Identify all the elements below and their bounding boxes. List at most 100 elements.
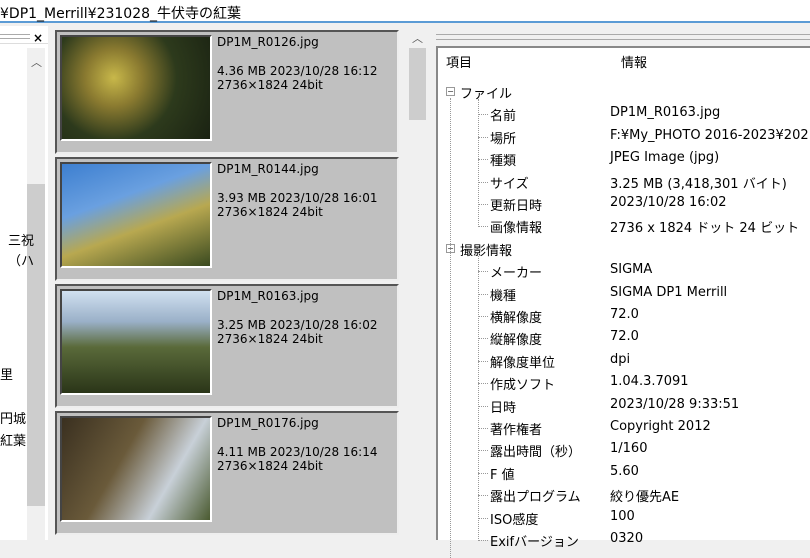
tree-connector <box>478 181 488 183</box>
property-value: Copyright 2012 <box>610 419 711 434</box>
property-row[interactable]: 露出プログラム 絞り優先AE <box>438 484 810 506</box>
tree-item-fragment[interactable]: 里 <box>0 364 27 383</box>
thumbnail-list: DP1M_R0126.jpg 4.36 MB 2023/10/28 16:12 … <box>53 28 403 540</box>
tree-item-fragment[interactable]: 三祝 <box>8 230 35 249</box>
thumbnail-item[interactable]: DP1M_R0176.jpg 4.11 MB 2023/10/28 16:14 … <box>55 411 399 535</box>
property-name: 画像情報 <box>490 221 543 237</box>
group-label: 撮影情報 <box>460 243 513 259</box>
property-row[interactable]: メーカー SIGMA <box>438 260 810 282</box>
property-value: F:¥My_PHOTO 2016-2023¥202... <box>610 127 810 143</box>
property-row[interactable]: 場所 F:¥My_PHOTO 2016-2023¥202... <box>438 126 810 148</box>
file-size-date: 3.93 MB 2023/10/28 16:01 <box>217 191 378 205</box>
property-value: 2023/10/28 16:02 <box>610 195 727 210</box>
tree-connector <box>478 226 488 228</box>
property-name: 場所 <box>490 131 517 147</box>
pane-grip[interactable] <box>436 34 810 40</box>
properties-pane: 項目 情報 − ファイル 名前 DP1M_R0163.jpg 場所 F:¥My_PHOTO… <box>436 28 810 558</box>
property-name: 露出プログラム <box>490 490 581 506</box>
property-name: 種類 <box>490 154 517 170</box>
property-row[interactable]: 画像情報 2736 x 1824 ドット 24 ビット <box>438 215 810 237</box>
property-value: SIGMA DP1 Merrill <box>610 284 728 300</box>
property-value: 100 <box>610 508 635 524</box>
property-value: SIGMA <box>610 262 653 278</box>
property-row[interactable]: 名前 DP1M_R0163.jpg <box>438 103 810 125</box>
close-pane-button[interactable]: × <box>33 31 43 45</box>
file-name: DP1M_R0163.jpg <box>217 289 319 303</box>
property-row[interactable]: ISO感度 100 <box>438 507 810 529</box>
file-size-date: 4.11 MB 2023/10/28 16:14 <box>217 445 378 459</box>
tree-connector <box>478 114 488 116</box>
property-value: 絞り優先AE <box>610 490 680 506</box>
property-row[interactable]: サイズ 3.25 MB (3,418,301 バイト) <box>438 171 810 193</box>
property-row[interactable]: 解像度単位 dpi <box>438 350 810 372</box>
pane-grip[interactable] <box>0 34 30 39</box>
property-value: JPEG Image (jpg) <box>610 150 720 166</box>
tree-connector <box>478 428 488 429</box>
tree-connector <box>478 495 488 497</box>
tree-connector <box>478 540 488 541</box>
thumbnail-image <box>60 416 212 522</box>
tree-group[interactable]: − ファイル <box>438 81 810 103</box>
tree-connector <box>478 204 488 205</box>
property-name: 作成ソフト <box>490 378 556 394</box>
tree-connector <box>478 136 488 138</box>
tree-connector <box>478 383 488 385</box>
property-value: 1.04.3.7091 <box>610 374 689 390</box>
property-value: 3.25 MB (3,418,301 バイト) <box>610 176 787 192</box>
tree-connector <box>478 472 488 474</box>
property-value: dpi <box>610 351 631 367</box>
property-name: メーカー <box>490 266 543 282</box>
property-value: 2736 x 1824 ドット 24 ビット <box>610 221 800 237</box>
tree-item-fragment[interactable]: 円城 <box>0 408 27 427</box>
property-row[interactable]: 機種 SIGMA DP1 Merrill <box>438 283 810 305</box>
file-name: DP1M_R0126.jpg <box>217 35 319 49</box>
property-name: Exifバージョン <box>490 535 579 550</box>
thumbnail-image <box>60 35 212 141</box>
property-row[interactable]: 横解像度 72.0 <box>438 305 810 327</box>
folder-tree-pane: × ︿ 三祝 （ハ里円城紅葉 <box>0 26 48 540</box>
tree-group[interactable]: − 撮影情報 <box>438 238 810 260</box>
tree-item-fragment[interactable]: 紅葉 <box>0 430 27 449</box>
property-row[interactable]: 更新日時 2023/10/28 16:02 <box>438 193 810 215</box>
property-value: 5.60 <box>610 463 639 479</box>
tree-scrollbar[interactable]: ︿ <box>27 48 45 540</box>
pane-header: × <box>0 30 48 45</box>
column-header-info[interactable]: 情報 <box>621 52 647 71</box>
scrollbar-thumb[interactable] <box>409 48 426 120</box>
column-header-item[interactable]: 項目 <box>446 52 472 71</box>
thumbnail-item[interactable]: DP1M_R0144.jpg 3.93 MB 2023/10/28 16:01 … <box>55 157 399 281</box>
property-row[interactable]: 露出時間（秒） 1/160 <box>438 439 810 461</box>
property-value: 72.0 <box>610 307 639 322</box>
tree-connector <box>478 517 488 519</box>
collapse-icon[interactable]: − <box>446 87 455 96</box>
property-name: 日時 <box>490 400 517 416</box>
property-name: 解像度単位 <box>490 355 556 371</box>
property-value: 1/160 <box>610 441 648 457</box>
property-row[interactable]: 作成ソフト 1.04.3.7091 <box>438 372 810 394</box>
thumbnail-item[interactable]: DP1M_R0163.jpg 3.25 MB 2023/10/28 16:02 … <box>55 284 399 408</box>
address-bar[interactable]: ¥DP1_Merrill¥231028_牛伏寺の紅葉 <box>0 0 810 23</box>
property-value: 72.0 <box>610 329 639 345</box>
file-dimensions: 2736×1824 24bit <box>217 78 323 92</box>
property-row[interactable]: 日時 2023/10/28 9:33:51 <box>438 395 810 417</box>
tree-connector <box>478 271 488 273</box>
file-size-date: 3.25 MB 2023/10/28 16:02 <box>217 318 378 332</box>
file-name: DP1M_R0144.jpg <box>217 162 319 176</box>
property-row[interactable]: Exifバージョン 0320 <box>438 529 810 551</box>
property-row[interactable]: F 値 5.60 <box>438 462 810 484</box>
thumbnail-item[interactable]: DP1M_R0126.jpg 4.36 MB 2023/10/28 16:12 … <box>55 30 399 154</box>
file-dimensions: 2736×1824 24bit <box>217 205 323 219</box>
scroll-up-icon[interactable]: ︿ <box>412 30 423 46</box>
property-row[interactable]: 縦解像度 72.0 <box>438 327 810 349</box>
tree-connector <box>478 293 488 295</box>
property-value: 0320 <box>610 531 644 546</box>
property-name: ISO感度 <box>490 512 539 528</box>
property-name: 機種 <box>490 288 517 304</box>
property-row[interactable]: 種類 JPEG Image (jpg) <box>438 148 810 170</box>
thumbnail-scrollbar[interactable]: ︿ <box>407 28 428 540</box>
property-row[interactable]: 著作権者 Copyright 2012 <box>438 417 810 439</box>
property-name: F 値 <box>490 467 515 483</box>
tree-item-fragment[interactable]: （ハ <box>8 250 35 269</box>
file-dimensions: 2736×1824 24bit <box>217 332 323 346</box>
scroll-up-icon[interactable]: ︿ <box>31 54 42 70</box>
